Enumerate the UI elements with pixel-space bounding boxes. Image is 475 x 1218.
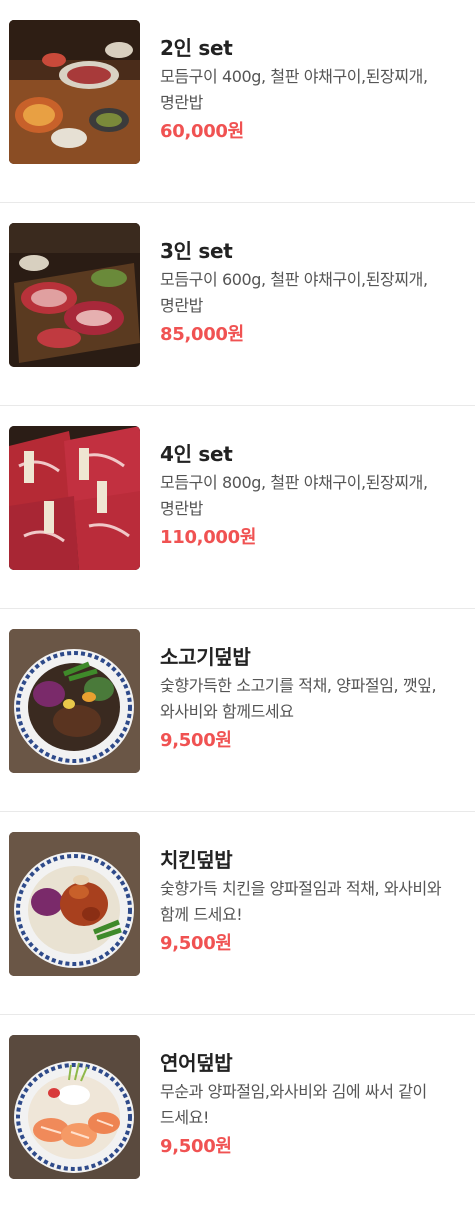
menu-item-info: 소고기덮밥 숯향가득한 소고기를 적채, 양파절임, 깻잎, 와사비와 함께드세… — [160, 643, 465, 754]
menu-item-price: 9,500원 — [160, 730, 232, 751]
menu-item-photo[interactable] — [9, 223, 140, 367]
menu-item-photo[interactable] — [9, 1035, 140, 1179]
menu-item-name: 치킨덮밥 — [160, 848, 233, 872]
menu-item-description: 숯향가득 치킨을 양파절임과 적채, 와사비와 함께 드세요! — [160, 879, 442, 924]
menu-item[interactable]: 4인 set 모듬구이 800g, 철판 야채구이,된장찌개,명란밥 110,0… — [0, 406, 475, 609]
menu-item-name: 3인 set — [160, 239, 233, 263]
menu-item-price: 60,000원 — [160, 121, 244, 142]
menu-item-info: 치킨덮밥 숯향가득 치킨을 양파절임과 적채, 와사비와 함께 드세요! 9,5… — [160, 846, 465, 957]
beef-rice-bowl-photo — [9, 629, 140, 773]
menu-item-photo[interactable] — [9, 426, 140, 570]
salmon-rice-bowl-photo — [9, 1035, 140, 1179]
menu-item-price: 9,500원 — [160, 933, 232, 954]
menu-item[interactable]: 소고기덮밥 숯향가득한 소고기를 적채, 양파절임, 깻잎, 와사비와 함께드세… — [0, 609, 475, 812]
menu-item-name: 연어덮밥 — [160, 1051, 233, 1075]
menu-item-info: 연어덮밥 무순과 양파절임,와사비와 김에 싸서 같이 드세요! 9,500원 — [160, 1049, 465, 1160]
menu-item[interactable]: 2인 set 모듬구이 400g, 철판 야채구이,된장찌개,명란밥 60,00… — [0, 0, 475, 203]
menu-item-name: 4인 set — [160, 442, 233, 466]
bbq-set-table-photo — [9, 20, 140, 164]
menu-item-price: 110,000원 — [160, 527, 257, 548]
menu-item-description: 숯향가득한 소고기를 적채, 양파절임, 깻잎, 와사비와 함께드세요 — [160, 676, 437, 721]
menu-item-photo[interactable] — [9, 629, 140, 773]
menu-item-name: 소고기덮밥 — [160, 645, 251, 669]
menu-item-price: 9,500원 — [160, 1136, 232, 1157]
menu-item-photo[interactable] — [9, 20, 140, 164]
menu-item[interactable]: 3인 set 모듬구이 600g, 철판 야채구이,된장찌개,명란밥 85,00… — [0, 203, 475, 406]
marbled-beef-cuts-photo — [9, 426, 140, 570]
menu-item-description: 무순과 양파절임,와사비와 김에 싸서 같이 드세요! — [160, 1082, 427, 1127]
menu-list: 2인 set 모듬구이 400g, 철판 야채구이,된장찌개,명란밥 60,00… — [0, 0, 475, 1218]
menu-item-info: 4인 set 모듬구이 800g, 철판 야채구이,된장찌개,명란밥 110,0… — [160, 440, 465, 551]
menu-item-name: 2인 set — [160, 36, 233, 60]
menu-item-photo[interactable] — [9, 832, 140, 976]
menu-item[interactable]: 연어덮밥 무순과 양파절임,와사비와 김에 싸서 같이 드세요! 9,500원 — [0, 1015, 475, 1218]
menu-item-description: 모듬구이 600g, 철판 야채구이,된장찌개,명란밥 — [160, 270, 428, 315]
chicken-rice-bowl-photo — [9, 832, 140, 976]
menu-item-description: 모듬구이 800g, 철판 야채구이,된장찌개,명란밥 — [160, 473, 428, 518]
menu-item-price: 85,000원 — [160, 324, 244, 345]
menu-item[interactable]: 치킨덮밥 숯향가득 치킨을 양파절임과 적채, 와사비와 함께 드세요! 9,5… — [0, 812, 475, 1015]
menu-item-description: 모듬구이 400g, 철판 야채구이,된장찌개,명란밥 — [160, 67, 428, 112]
raw-beef-platter-photo — [9, 223, 140, 367]
menu-item-info: 2인 set 모듬구이 400g, 철판 야채구이,된장찌개,명란밥 60,00… — [160, 34, 465, 145]
menu-item-info: 3인 set 모듬구이 600g, 철판 야채구이,된장찌개,명란밥 85,00… — [160, 237, 465, 348]
